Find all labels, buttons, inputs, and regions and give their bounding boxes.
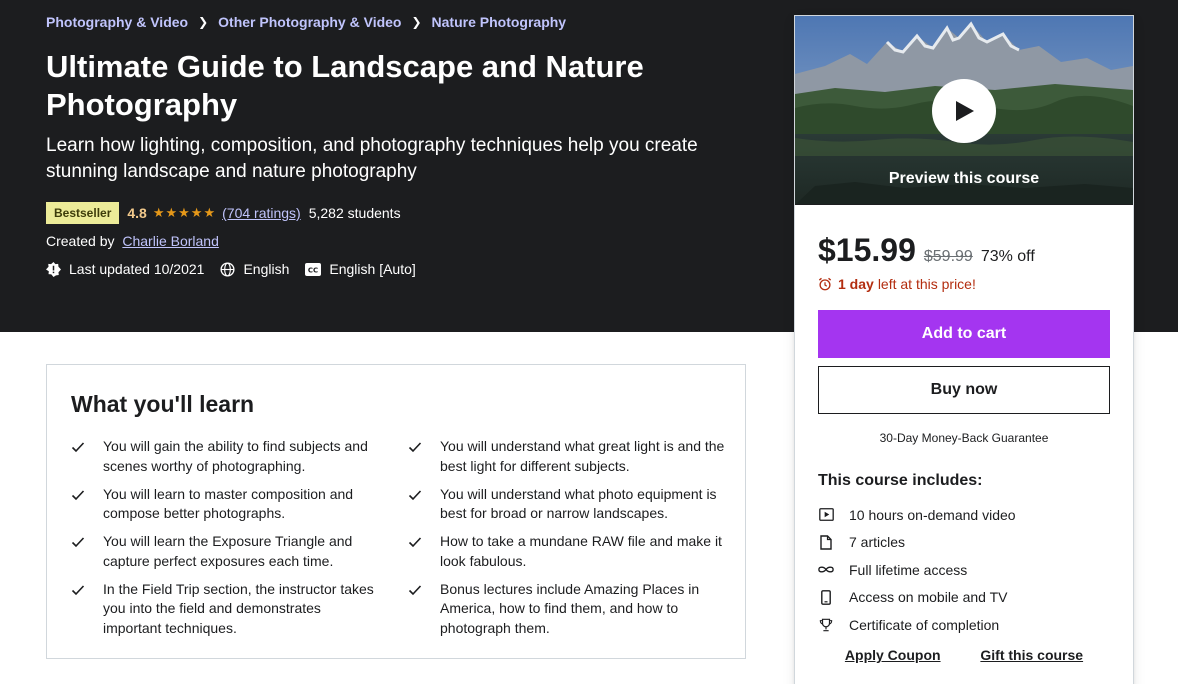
includes-item: Full lifetime access [818, 556, 1016, 584]
closed-captions-icon: CC [305, 262, 322, 276]
what-youll-learn-title: What you'll learn [71, 391, 255, 417]
includes-item: 10 hours on-demand video [818, 501, 1016, 529]
timer-duration: 1 day [838, 276, 874, 292]
play-button[interactable] [932, 79, 996, 143]
alarm-clock-icon [818, 277, 832, 291]
purchase-card: Preview this course $15.99 $59.99 73% of… [794, 15, 1134, 684]
breadcrumb: Photography & Video ❯ Other Photography … [46, 14, 566, 30]
breadcrumb-nature-photography[interactable]: Nature Photography [432, 14, 567, 30]
learn-objective: How to take a mundane RAW file and make … [408, 532, 728, 571]
file-icon [818, 535, 834, 550]
discount-percent: 73% off [980, 248, 1035, 265]
current-price: $15.99 [818, 232, 916, 268]
chevron-right-icon: ❯ [198, 15, 209, 29]
what-youll-learn-section: What you'll learn You will gain the abil… [46, 364, 746, 659]
captions: CC English [Auto] [305, 261, 416, 277]
learn-objective: You will understand what photo equipment… [408, 485, 728, 524]
add-to-cart-button[interactable]: Add to cart [818, 310, 1110, 358]
course-info: Last updated 10/2021 English CC English … [46, 261, 432, 277]
price-row: $15.99 $59.99 73% off [818, 232, 1035, 269]
ratings-count-link[interactable]: (704 ratings) [222, 205, 301, 221]
checkmark-icon [71, 437, 87, 476]
checkmark-icon [71, 485, 87, 524]
learn-objective: You will learn the Exposure Triangle and… [71, 532, 408, 571]
infinity-icon [818, 565, 834, 574]
course-stats: Bestseller 4.8 ★★★★★ (704 ratings) 5,282… [46, 202, 401, 224]
students-count: 5,282 students [308, 205, 401, 221]
buy-now-button[interactable]: Buy now [818, 366, 1110, 414]
alert-badge-icon [46, 261, 61, 277]
includes-item: Access on mobile and TV [818, 584, 1016, 612]
includes-title: This course includes: [818, 472, 983, 489]
learn-objective: In the Field Trip section, the instructo… [71, 580, 408, 639]
star-rating-icon: ★★★★★ [152, 205, 217, 220]
language-text: English [243, 261, 290, 277]
language: English [220, 261, 289, 277]
created-by: Created by Charlie Borland [46, 233, 219, 249]
bestseller-badge: Bestseller [46, 202, 120, 224]
money-back-guarantee: 30-Day Money-Back Guarantee [879, 431, 1049, 445]
checkmark-icon [408, 437, 424, 476]
checkmark-icon [408, 580, 424, 639]
created-by-label: Created by [46, 233, 115, 249]
breadcrumb-photography-video[interactable]: Photography & Video [46, 14, 188, 30]
learn-objective: You will gain the ability to find subjec… [71, 437, 408, 476]
last-updated-text: Last updated 10/2021 [69, 261, 205, 277]
learn-objective: Bonus lectures include Amazing Places in… [408, 580, 728, 639]
includes-list: 10 hours on-demand video 7 articles Full… [818, 501, 1016, 639]
captions-text: English [Auto] [329, 261, 416, 277]
preview-label: Preview this course [888, 170, 1040, 187]
breadcrumb-other-photography[interactable]: Other Photography & Video [218, 14, 401, 30]
globe-icon [220, 261, 236, 277]
course-preview[interactable]: Preview this course [795, 16, 1133, 205]
mobile-icon [818, 589, 834, 605]
course-subtitle: Learn how lighting, composition, and pho… [46, 135, 698, 182]
svg-text:CC: CC [308, 266, 318, 274]
video-icon [818, 508, 834, 522]
trophy-icon [818, 618, 834, 632]
rating-value: 4.8 [127, 205, 147, 221]
includes-item: 7 articles [818, 529, 1016, 557]
play-icon [956, 101, 974, 121]
gift-course-link[interactable]: Gift this course [980, 647, 1083, 663]
learn-objective: You will understand what great light is … [408, 437, 728, 476]
card-links: Apply Coupon Gift this course [795, 647, 1133, 663]
learn-objective: You will learn to master composition and… [71, 485, 408, 524]
original-price: $59.99 [923, 248, 973, 265]
checkmark-icon [71, 580, 87, 639]
checkmark-icon [408, 532, 424, 571]
includes-item: Certificate of completion [818, 611, 1016, 639]
price-timer: 1 day left at this price! [818, 276, 976, 292]
timer-text: left at this price! [877, 276, 976, 292]
course-title: Ultimate Guide to Landscape and Nature P… [46, 49, 644, 122]
chevron-right-icon: ❯ [411, 15, 422, 29]
author-link[interactable]: Charlie Borland [122, 233, 219, 249]
learn-objectives-grid: You will gain the ability to find subjec… [71, 437, 728, 647]
last-updated: Last updated 10/2021 [46, 261, 204, 277]
checkmark-icon [71, 532, 87, 571]
checkmark-icon [408, 485, 424, 524]
apply-coupon-link[interactable]: Apply Coupon [845, 647, 941, 663]
